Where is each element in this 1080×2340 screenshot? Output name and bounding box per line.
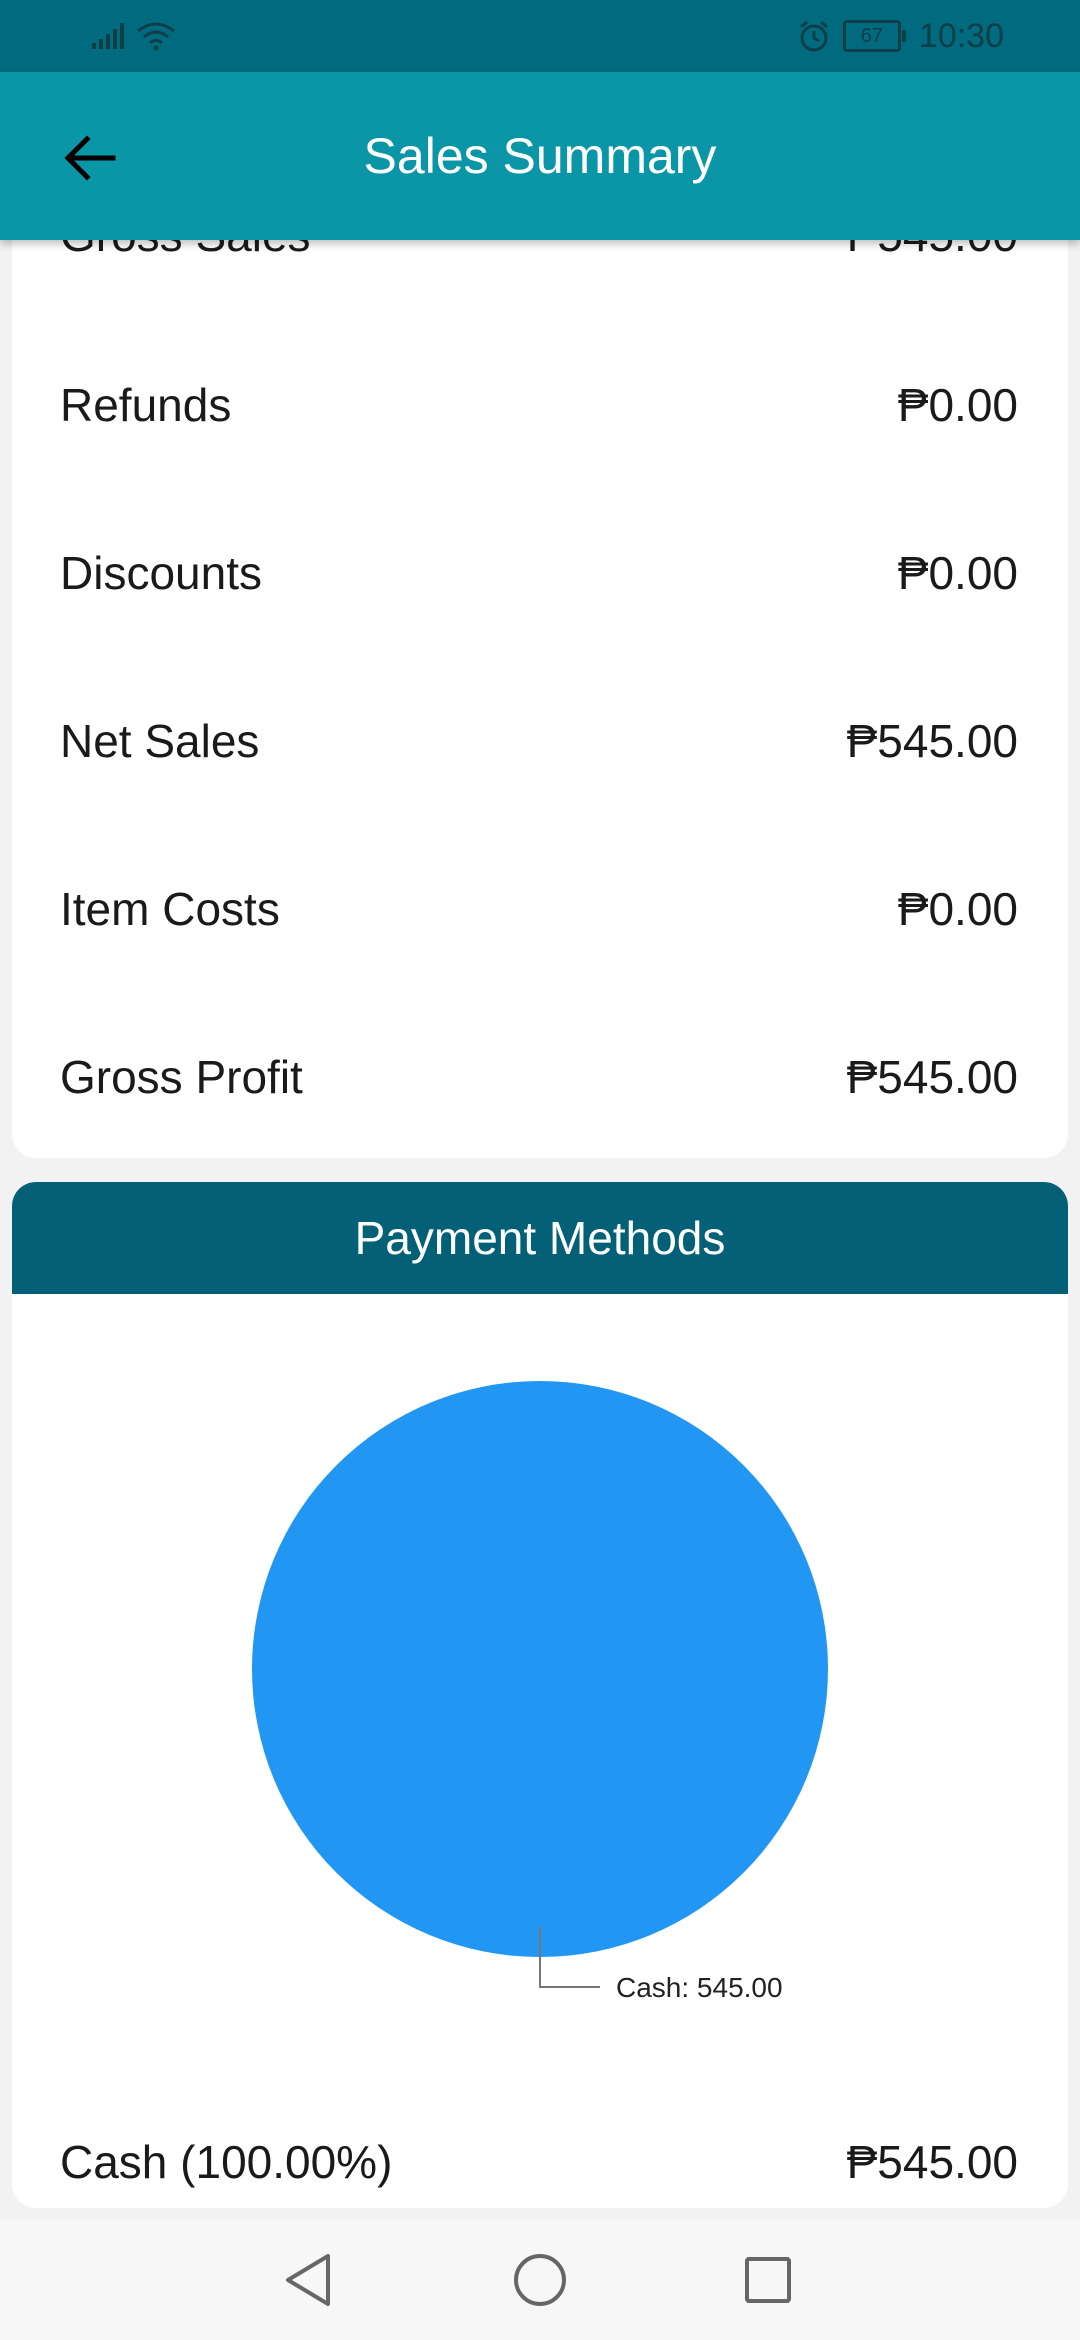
- status-time: 10:30: [918, 16, 1004, 55]
- back-button[interactable]: [50, 118, 130, 198]
- pie-slice-cash[interactable]: [252, 1381, 828, 1957]
- summary-value: ₱545.00: [846, 715, 1018, 767]
- page-title: Sales Summary: [363, 128, 717, 184]
- payment-value: ₱545.00: [846, 2136, 1018, 2188]
- status-left: [92, 18, 176, 54]
- summary-row-refunds: Refunds ₱0.00: [60, 360, 1018, 450]
- summary-label: Refunds: [60, 379, 232, 431]
- back-triangle-icon: [286, 2254, 330, 2306]
- summary-row-gross-profit: Gross Profit ₱545.00: [60, 1032, 1018, 1122]
- pie-slice-label: Cash: 545.00: [616, 1972, 783, 2003]
- summary-row-discounts: Discounts ₱0.00: [60, 528, 1018, 618]
- summary-value: ₱0.00: [897, 547, 1018, 599]
- payment-methods-title: Payment Methods: [12, 1182, 1068, 1294]
- wifi-icon: [137, 22, 175, 51]
- alarm-icon: [799, 20, 828, 52]
- nav-home-button[interactable]: [504, 2244, 576, 2316]
- summary-value: ₱545.00: [846, 1051, 1018, 1103]
- home-circle-icon: [514, 2254, 566, 2306]
- payment-row-cash: Cash (100.00%) ₱545.00: [60, 2117, 1018, 2207]
- summary-label: Discounts: [60, 547, 262, 599]
- payment-methods-card: Payment Methods Cash: 545.00 Cash (100.0…: [12, 1182, 1068, 2208]
- signal-icon: [92, 23, 124, 49]
- payment-label: Cash (100.00%): [60, 2136, 393, 2188]
- battery-icon: 67: [842, 20, 906, 52]
- nav-recents-button[interactable]: [732, 2244, 804, 2316]
- app-bar: Sales Summary: [0, 72, 1080, 240]
- summary-row-net-sales: Net Sales ₱545.00: [60, 696, 1018, 786]
- status-right: 67 10:30: [797, 14, 1004, 58]
- status-bar: 67 10:30: [0, 0, 1080, 72]
- arrow-left-icon: [64, 135, 116, 181]
- summary-card: Gross Sales ₱545.00 Refunds ₱0.00 Discou…: [12, 200, 1068, 1158]
- summary-label: Item Costs: [60, 883, 280, 935]
- summary-value: ₱0.00: [897, 379, 1018, 431]
- payment-pie-chart: Cash: 545.00: [252, 1381, 828, 2003]
- recents-square-icon: [745, 2257, 791, 2303]
- summary-label: Net Sales: [60, 715, 260, 767]
- system-nav-bar: [0, 2220, 1080, 2340]
- summary-row-item-costs: Item Costs ₱0.00: [60, 864, 1018, 954]
- summary-label: Gross Profit: [60, 1051, 303, 1103]
- summary-value: ₱0.00: [897, 883, 1018, 935]
- nav-back-button[interactable]: [272, 2244, 344, 2316]
